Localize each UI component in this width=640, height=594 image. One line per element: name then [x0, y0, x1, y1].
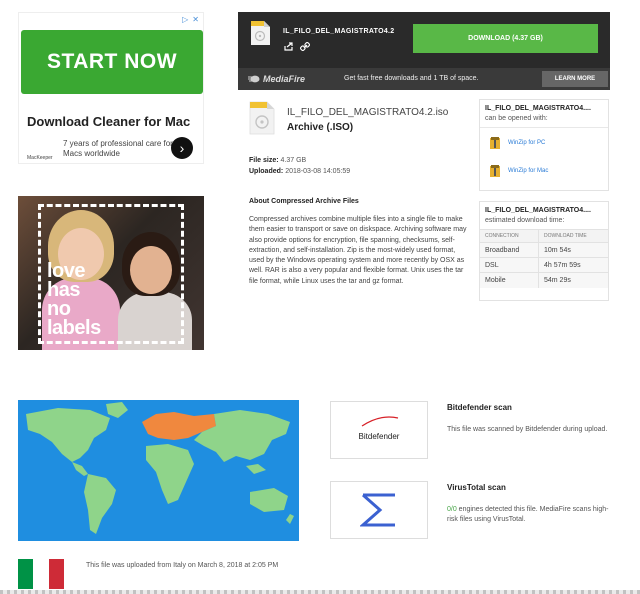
bitdefender-logo: Bitdefender — [330, 401, 428, 459]
table-row: Mobile 54m 29s — [480, 272, 608, 288]
bitdefender-logo-text: Bitdefender — [358, 431, 400, 441]
download-time-title: IL_FILO_DEL_MAGISTRATO4.... — [485, 207, 591, 214]
download-time-table: CONNECTION DOWNLOAD TIME Broadband 10m 5… — [480, 229, 608, 288]
mediafire-flame-icon — [248, 75, 260, 83]
continent-africa — [146, 444, 194, 504]
open-with-title: IL_FILO_DEL_MAGISTRATO4.... — [485, 105, 591, 112]
app-label[interactable]: WinZip for PC — [508, 140, 545, 146]
ad-brand-logo: MacKeeper — [27, 155, 53, 161]
link-icon[interactable] — [300, 42, 310, 51]
table-row: Broadband 10m 54s — [480, 242, 608, 258]
mediafire-logo[interactable]: MediaFire — [248, 74, 305, 84]
mediafire-logo-text: MediaFire — [263, 74, 306, 84]
virustotal-ratio: 0/0 — [447, 506, 457, 513]
app-winzip-pc[interactable]: WinZip for PC — [480, 132, 608, 154]
italy-flag-icon — [18, 559, 64, 589]
ad-close-icon[interactable]: ✕ — [192, 15, 199, 24]
ad-title[interactable]: Download Cleaner for Mac — [27, 114, 190, 129]
file-uploaded-label: Uploaded: — [249, 168, 284, 175]
ad-choices[interactable]: ▷ ✕ — [182, 15, 199, 24]
time-cell: 54m 29s — [537, 272, 608, 288]
flag-stripe — [18, 559, 34, 589]
download-bar: IL_FILO_DEL_MAGISTRATO4.2 DOWNLOAD (4.37… — [238, 12, 610, 90]
bitdefender-scan-title: Bitdefender scan — [447, 403, 512, 412]
promo-text: Get fast free downloads and 1 TB of spac… — [344, 75, 479, 82]
continent-greenland — [106, 402, 128, 418]
time-cell: 10m 54s — [537, 242, 608, 258]
share-icon[interactable] — [284, 42, 294, 51]
download-time-panel: IL_FILO_DEL_MAGISTRATO4.... estimated do… — [479, 201, 609, 301]
file-size: File size: 4.37 GB — [249, 157, 306, 164]
table-row: DSL 4h 57m 59s — [480, 257, 608, 273]
archive-file-icon — [251, 21, 270, 45]
open-with-subtitle: can be opened with: — [485, 115, 548, 122]
learn-more-button[interactable]: LEARN MORE — [542, 71, 608, 87]
about-text: Compressed archives combine multiple fil… — [249, 216, 467, 285]
advertisement[interactable]: ▷ ✕ START NOW Download Cleaner for Mac M… — [18, 12, 204, 164]
ad-info-icon[interactable]: ▷ — [182, 15, 188, 24]
bitdefender-scan-text: This file was scanned by Bitdefender dur… — [447, 426, 608, 433]
flag-stripe — [33, 559, 49, 589]
continent-central-america — [72, 462, 88, 476]
file-type: Archive (.ISO) — [287, 122, 354, 133]
page-bottom-edge — [0, 590, 640, 594]
campaign-banner[interactable]: love has no labels — [18, 196, 204, 350]
archive-file-icon — [249, 101, 275, 135]
connection-cell: DSL — [480, 257, 539, 273]
column-header: CONNECTION — [480, 229, 539, 243]
about-title: About Compressed Archive Files — [249, 198, 359, 205]
upload-location-text: This file was uploaded from Italy on Mar… — [86, 562, 279, 569]
virustotal-icon — [360, 493, 395, 527]
file-size-label: File size: — [249, 157, 279, 164]
continent-new-zealand — [286, 514, 294, 524]
open-with-panel: IL_FILO_DEL_MAGISTRATO4.... can be opene… — [479, 99, 609, 191]
download-time-subtitle: estimated download time: — [485, 217, 565, 224]
winzip-icon — [490, 137, 500, 149]
continent-south-america — [84, 474, 116, 534]
continent-australia — [250, 488, 288, 512]
time-cell: 4h 57m 59s — [537, 257, 608, 273]
bitdefender-swoosh-icon — [361, 416, 399, 427]
app-winzip-mac[interactable]: WinZip for Mac — [480, 160, 608, 182]
winzip-icon — [490, 165, 500, 177]
column-header: DOWNLOAD TIME — [537, 229, 608, 243]
virustotal-logo — [330, 481, 428, 539]
connection-cell: Mobile — [480, 272, 539, 288]
ad-start-now-button[interactable]: START NOW — [21, 30, 203, 94]
chevron-right-icon[interactable]: › — [171, 137, 193, 159]
flag-stripe — [48, 559, 64, 589]
continent-north-america — [26, 408, 110, 462]
file-name: IL_FILO_DEL_MAGISTRATO4.2.iso — [287, 107, 449, 118]
virustotal-scan-text: 0/0 engines detected this file. MediaFir… — [447, 505, 617, 525]
world-map-graphic — [26, 402, 294, 534]
file-uploaded-value: 2018-03-08 14:05:59 — [285, 168, 351, 175]
ad-description: 7 years of professional care for Macs wo… — [63, 139, 173, 158]
app-label[interactable]: WinZip for Mac — [508, 168, 548, 174]
virustotal-scan-description: engines detected this file. MediaFire sc… — [447, 506, 609, 523]
world-map — [18, 400, 299, 541]
continent-se-asia — [246, 464, 266, 474]
download-button[interactable]: DOWNLOAD (4.37 GB) — [413, 24, 598, 53]
file-size-value: 4.37 GB — [280, 157, 307, 164]
file-uploaded: Uploaded: 2018-03-08 14:05:59 — [249, 168, 350, 175]
download-filename: IL_FILO_DEL_MAGISTRATO4.2 — [283, 28, 395, 35]
connection-cell: Broadband — [480, 242, 539, 258]
campaign-line: labels — [47, 317, 101, 339]
virustotal-scan-title: VirusTotal scan — [447, 483, 506, 492]
campaign-text: love has no labels — [47, 261, 101, 339]
